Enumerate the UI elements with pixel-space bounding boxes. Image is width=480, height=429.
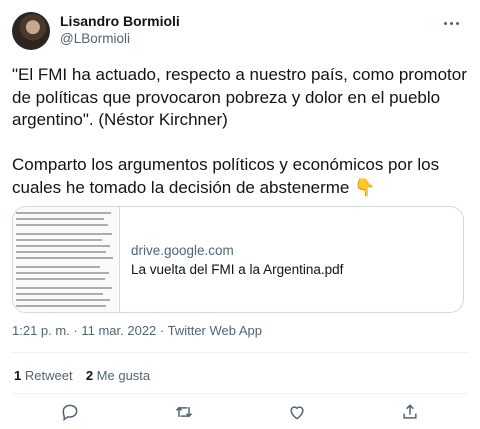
tweet-body: "El FMI ha actuado, respecto a nuestro p… — [12, 65, 467, 197]
retweets-count: 1 — [14, 368, 22, 383]
retweets-label: Retweet — [24, 368, 73, 383]
tweet-text: "El FMI ha actuado, respecto a nuestro p… — [12, 64, 468, 199]
card-title: La vuelta del FMI a la Argentina.pdf — [131, 262, 344, 277]
share-icon[interactable] — [398, 400, 422, 424]
retweets-stat[interactable]: 1 Retweet — [14, 368, 73, 383]
more-options-icon[interactable] — [444, 16, 460, 30]
author-handle[interactable]: @LBormioli — [60, 31, 130, 46]
tweet: Lisandro Bormioli @LBormioli "El FMI ha … — [0, 0, 480, 425]
reply-icon[interactable] — [58, 400, 82, 424]
like-icon[interactable] — [285, 400, 309, 424]
likes-stat[interactable]: 2 Me gusta — [86, 368, 150, 383]
pdf-thumbnail — [13, 207, 120, 312]
action-bar — [0, 400, 480, 425]
link-card[interactable]: drive.google.com La vuelta del FMI a la … — [12, 206, 464, 313]
author-name[interactable]: Lisandro Bormioli — [60, 13, 180, 29]
retweet-icon[interactable] — [172, 400, 196, 424]
tweet-stats: 1 Retweet 2 Me gusta — [14, 368, 150, 383]
tweet-timestamp[interactable]: 1:21 p. m. · 11 mar. 2022 · Twitter Web … — [12, 323, 262, 338]
pointing-down-emoji: 👇 — [354, 177, 376, 197]
likes-label: Me gusta — [96, 368, 151, 383]
divider — [12, 352, 468, 353]
divider — [12, 393, 468, 394]
avatar[interactable] — [12, 12, 50, 50]
likes-count: 2 — [85, 368, 94, 383]
card-domain: drive.google.com — [131, 243, 234, 258]
